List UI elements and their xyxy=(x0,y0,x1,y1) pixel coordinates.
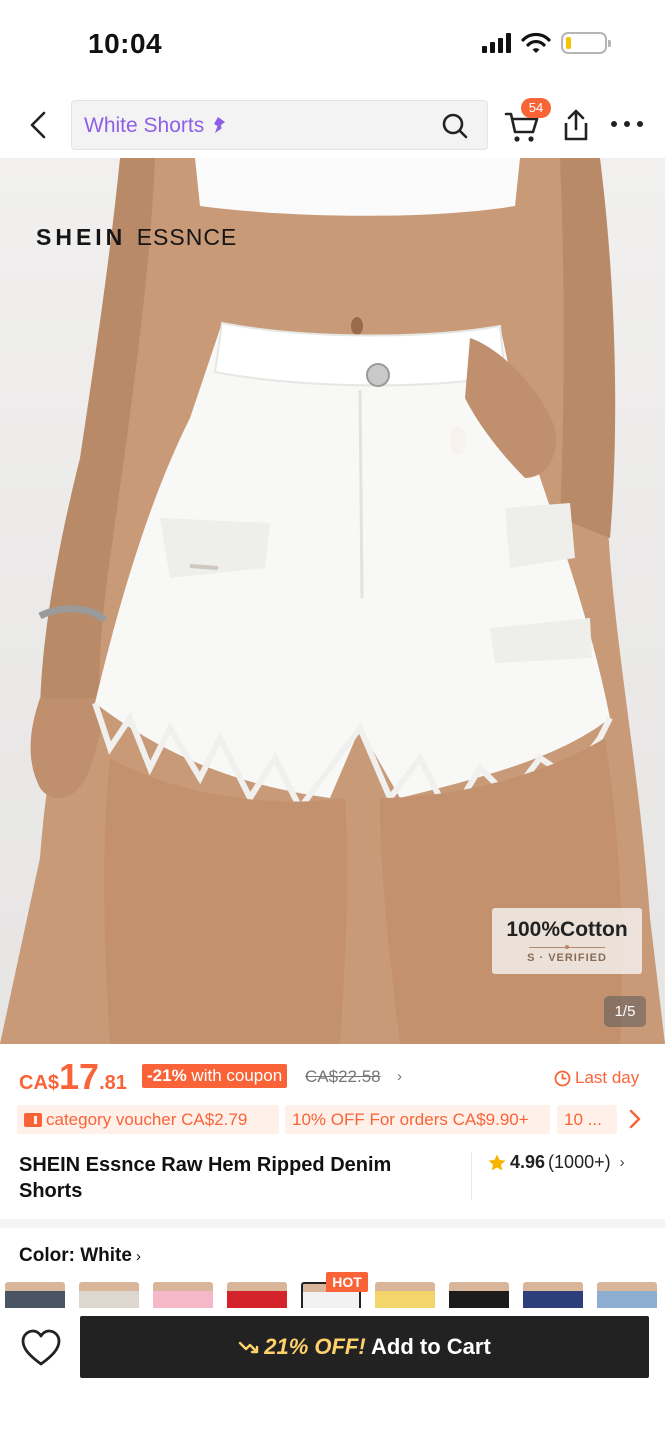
chevron-right-icon[interactable] xyxy=(627,1108,643,1130)
voucher-icon xyxy=(24,1113,42,1127)
original-price[interactable]: CA$22.58 xyxy=(305,1067,381,1087)
share-icon[interactable] xyxy=(560,108,592,142)
badge-divider xyxy=(529,945,605,949)
more-promo-tag[interactable]: 10 ... xyxy=(557,1105,617,1134)
promo-row: category voucher CA$2.79 10% OFF For ord… xyxy=(0,1102,665,1138)
rating-summary[interactable]: 4.96 (1000+) › xyxy=(487,1152,625,1173)
color-selector-label[interactable]: Color: White › xyxy=(19,1245,141,1267)
status-icons xyxy=(482,32,611,54)
color-swatch[interactable] xyxy=(153,1282,213,1308)
category-voucher-tag[interactable]: category voucher CA$2.79 xyxy=(17,1105,279,1134)
color-swatch[interactable] xyxy=(227,1282,287,1308)
verified-label: S · VERIFIED xyxy=(527,952,607,964)
color-swatch[interactable] xyxy=(523,1282,583,1308)
chevron-right-icon[interactable]: › xyxy=(397,1068,402,1085)
order-discount-tag[interactable]: 10% OFF For orders CA$9.90+ xyxy=(285,1105,550,1134)
add-to-cart-button[interactable]: 21% OFF! Add to Cart xyxy=(80,1316,649,1378)
cotton-title: 100%Cotton xyxy=(506,918,628,941)
bottom-action-bar: 21% OFF! Add to Cart xyxy=(0,1308,665,1440)
cotton-verified-badge: 100%Cotton S · VERIFIED xyxy=(492,908,642,974)
brand-logo: SHEIN ESSNCE xyxy=(36,224,238,250)
product-image[interactable]: SHEIN ESSNCE 100%Cotton S · VERIFIED 1/5 xyxy=(0,158,665,1044)
trend-down-icon xyxy=(239,1341,259,1354)
image-counter: 1/5 xyxy=(604,996,646,1027)
hot-badge: HOT xyxy=(326,1272,368,1292)
divider xyxy=(471,1152,472,1200)
chevron-right-icon: › xyxy=(619,1154,625,1171)
signal-icon xyxy=(482,33,511,53)
search-bar[interactable]: White Shorts xyxy=(71,100,488,150)
cart-count-badge: 54 xyxy=(521,98,551,118)
star-icon xyxy=(488,1154,506,1170)
top-nav: White Shorts 54 xyxy=(0,96,665,158)
discount-badge: -21% with coupon xyxy=(142,1064,288,1088)
color-swatch[interactable] xyxy=(597,1282,657,1308)
sale-price: CA$17.81 xyxy=(19,1056,127,1097)
trending-pin-icon xyxy=(214,117,226,133)
more-options-icon[interactable] xyxy=(609,112,645,136)
status-bar: 10:04 xyxy=(0,0,665,90)
heart-icon[interactable] xyxy=(20,1328,62,1368)
color-swatch[interactable] xyxy=(449,1282,509,1308)
section-separator xyxy=(0,1219,665,1228)
title-row: SHEIN Essnce Raw Hem Ripped Denim Shorts… xyxy=(0,1146,665,1216)
clock-icon xyxy=(554,1070,571,1086)
color-swatch[interactable] xyxy=(5,1282,65,1308)
color-swatch[interactable] xyxy=(79,1282,139,1308)
countdown-label: Last day xyxy=(554,1068,639,1088)
search-query: White Shorts xyxy=(84,114,228,138)
color-swatch[interactable] xyxy=(375,1282,435,1308)
status-time: 10:04 xyxy=(88,28,163,59)
battery-icon xyxy=(561,32,611,54)
search-icon[interactable] xyxy=(441,112,469,140)
chevron-right-icon: › xyxy=(135,1248,141,1265)
price-row: CA$17.81 -21% with coupon CA$22.58 › Las… xyxy=(0,1044,665,1100)
back-icon[interactable] xyxy=(22,108,56,142)
wifi-icon xyxy=(521,32,551,53)
product-title: SHEIN Essnce Raw Hem Ripped Denim Shorts xyxy=(19,1154,392,1202)
